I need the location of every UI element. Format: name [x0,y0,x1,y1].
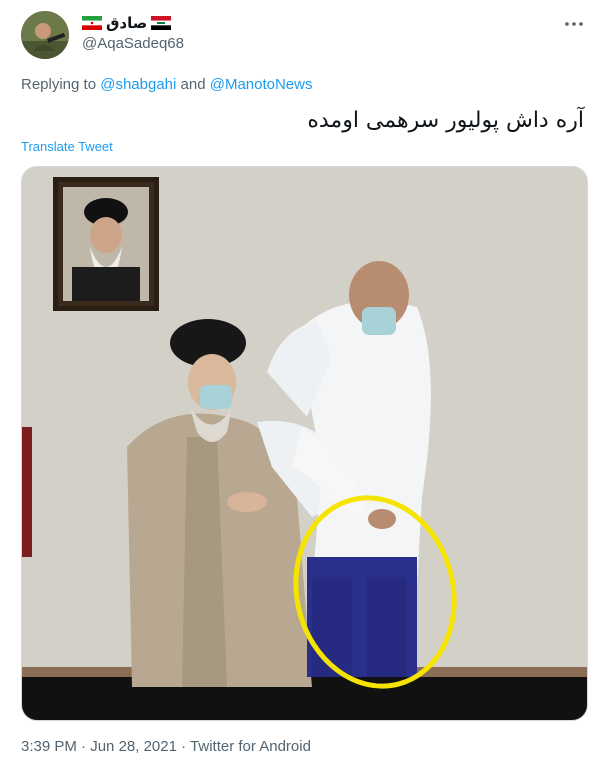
replying-to-label: Replying to [21,76,97,93]
tweet-photo[interactable] [21,166,588,721]
iraq-flag-icon [151,16,172,30]
meta-separator: · [81,738,87,755]
display-name[interactable]: صادق [106,14,147,32]
tweet-source: Twitter for Android [190,738,311,755]
tweet: صادق @AqaSadeq68 Replying to @shabgahi a… [0,0,598,766]
reply-user-link-manotonews[interactable]: @ManotoNews [210,76,313,93]
tweet-time: 3:39 PM [21,738,77,755]
tweet-timestamp[interactable]: 3:39 PM · Jun 28, 2021 · Twitter for And… [21,738,311,755]
author-name-row: صادق [82,13,172,33]
author-handle[interactable]: @AqaSadeq68 [82,35,184,52]
more-dots-icon[interactable] [564,14,584,34]
avatar-image [21,11,69,59]
reply-user-link-shabgahi[interactable]: @shabgahi [100,76,176,93]
avatar[interactable] [21,11,69,59]
iran-flag-icon [82,16,102,30]
replying-to: Replying to @shabgahi and @ManotoNews [21,76,313,93]
translate-tweet-link[interactable]: Translate Tweet [21,139,113,154]
reply-joiner: and [180,76,206,93]
meta-separator: · [181,738,187,755]
photo-image [22,167,587,720]
tweet-date: Jun 28, 2021 [90,738,177,755]
tweet-text: آره داش پولیور سرهمی اومده [307,108,584,133]
